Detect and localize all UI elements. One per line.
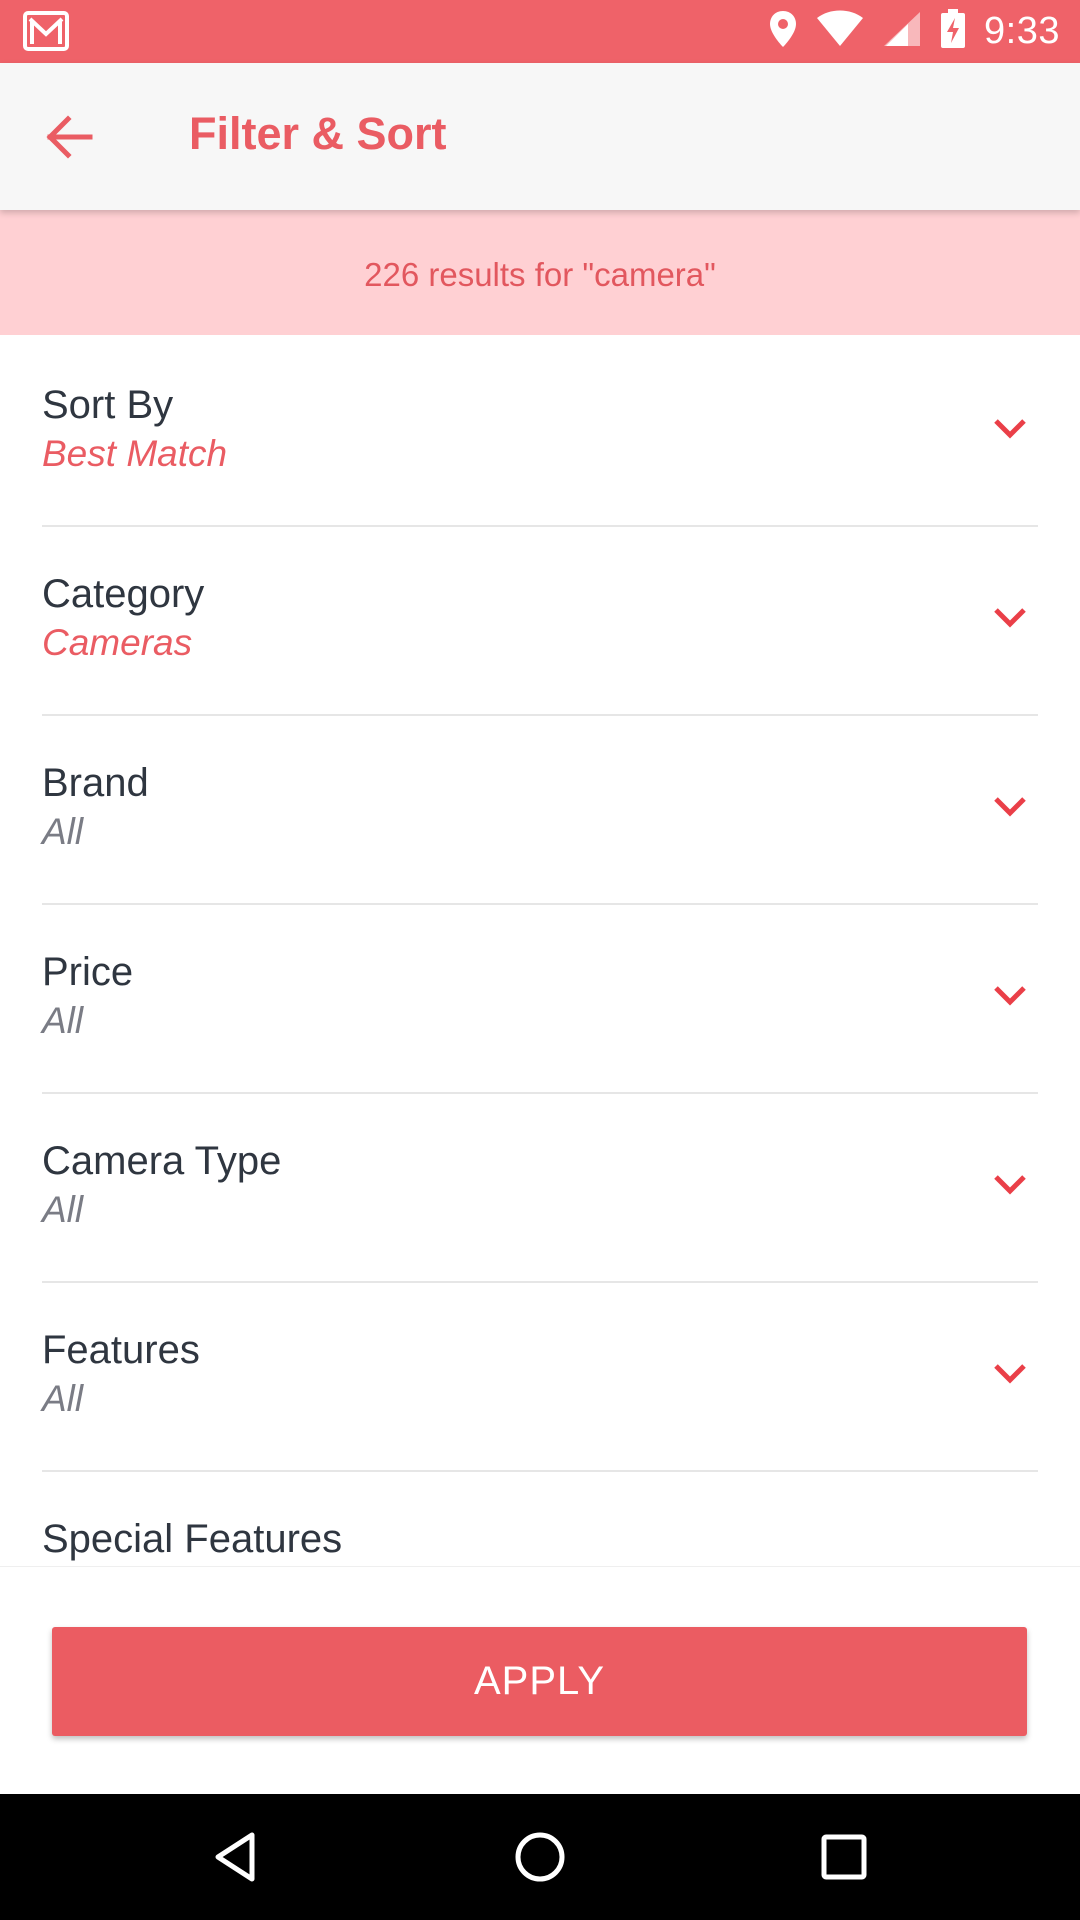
chevron-down-icon[interactable] — [990, 786, 1030, 826]
filter-value: All — [42, 811, 84, 852]
filter-label: Category — [42, 572, 205, 616]
results-banner: 226 results for "camera" — [0, 210, 1080, 335]
filter-value: All — [42, 1000, 84, 1041]
filter-label: Brand — [42, 761, 149, 805]
filter-row-features[interactable]: Features All — [42, 1283, 1038, 1472]
status-clock: 9:33 — [984, 10, 1060, 52]
filter-value: All — [42, 1378, 84, 1419]
chevron-down-icon[interactable] — [990, 975, 1030, 1015]
nav-home-icon[interactable] — [510, 1827, 570, 1887]
arrow-left-icon — [46, 115, 93, 159]
filter-value: Best Match — [42, 433, 228, 474]
filter-value: Cameras — [42, 622, 193, 663]
filter-label: Camera Type — [42, 1139, 282, 1183]
filter-value: All — [42, 1189, 84, 1230]
gmail-icon — [22, 10, 70, 57]
filter-row-brand[interactable]: Brand All — [42, 716, 1038, 905]
wifi-icon — [816, 10, 864, 53]
status-bar: 9:33 — [0, 0, 1080, 63]
chevron-down-icon[interactable] — [990, 1353, 1030, 1393]
filter-row-special-features[interactable]: Special Features — [42, 1472, 1038, 1566]
filter-label: Sort By — [42, 383, 174, 427]
nav-back-icon[interactable] — [206, 1827, 266, 1887]
chevron-down-icon[interactable] — [990, 1164, 1030, 1204]
filter-label: Features — [42, 1328, 200, 1372]
back-button[interactable] — [38, 105, 102, 169]
footer: APPLY — [0, 1566, 1080, 1794]
chevron-down-icon[interactable] — [990, 1558, 1030, 1566]
nav-recents-icon[interactable] — [814, 1827, 874, 1887]
chevron-down-icon[interactable] — [990, 597, 1030, 637]
apply-button[interactable]: APPLY — [52, 1627, 1027, 1736]
filter-row-sort-by[interactable]: Sort By Best Match — [42, 338, 1038, 527]
navigation-bar — [0, 1794, 1080, 1920]
location-icon — [768, 9, 798, 54]
signal-icon — [882, 10, 922, 53]
page-title: Filter & Sort — [189, 108, 447, 159]
toolbar: Filter & Sort — [0, 63, 1080, 210]
screen: 9:33 Filter & Sort 226 results for "came… — [0, 0, 1080, 1920]
results-count: 226 results for "camera" — [364, 255, 716, 293]
filter-row-category[interactable]: Category Cameras — [42, 527, 1038, 716]
filter-row-price[interactable]: Price All — [42, 905, 1038, 1094]
battery-charging-icon — [940, 9, 966, 54]
filter-label: Price — [42, 950, 134, 994]
filter-list: Sort By Best Match Category Cameras Bran… — [0, 338, 1080, 1566]
filter-row-camera-type[interactable]: Camera Type All — [42, 1094, 1038, 1283]
filter-label: Special Features — [42, 1517, 343, 1561]
chevron-down-icon[interactable] — [990, 408, 1030, 448]
